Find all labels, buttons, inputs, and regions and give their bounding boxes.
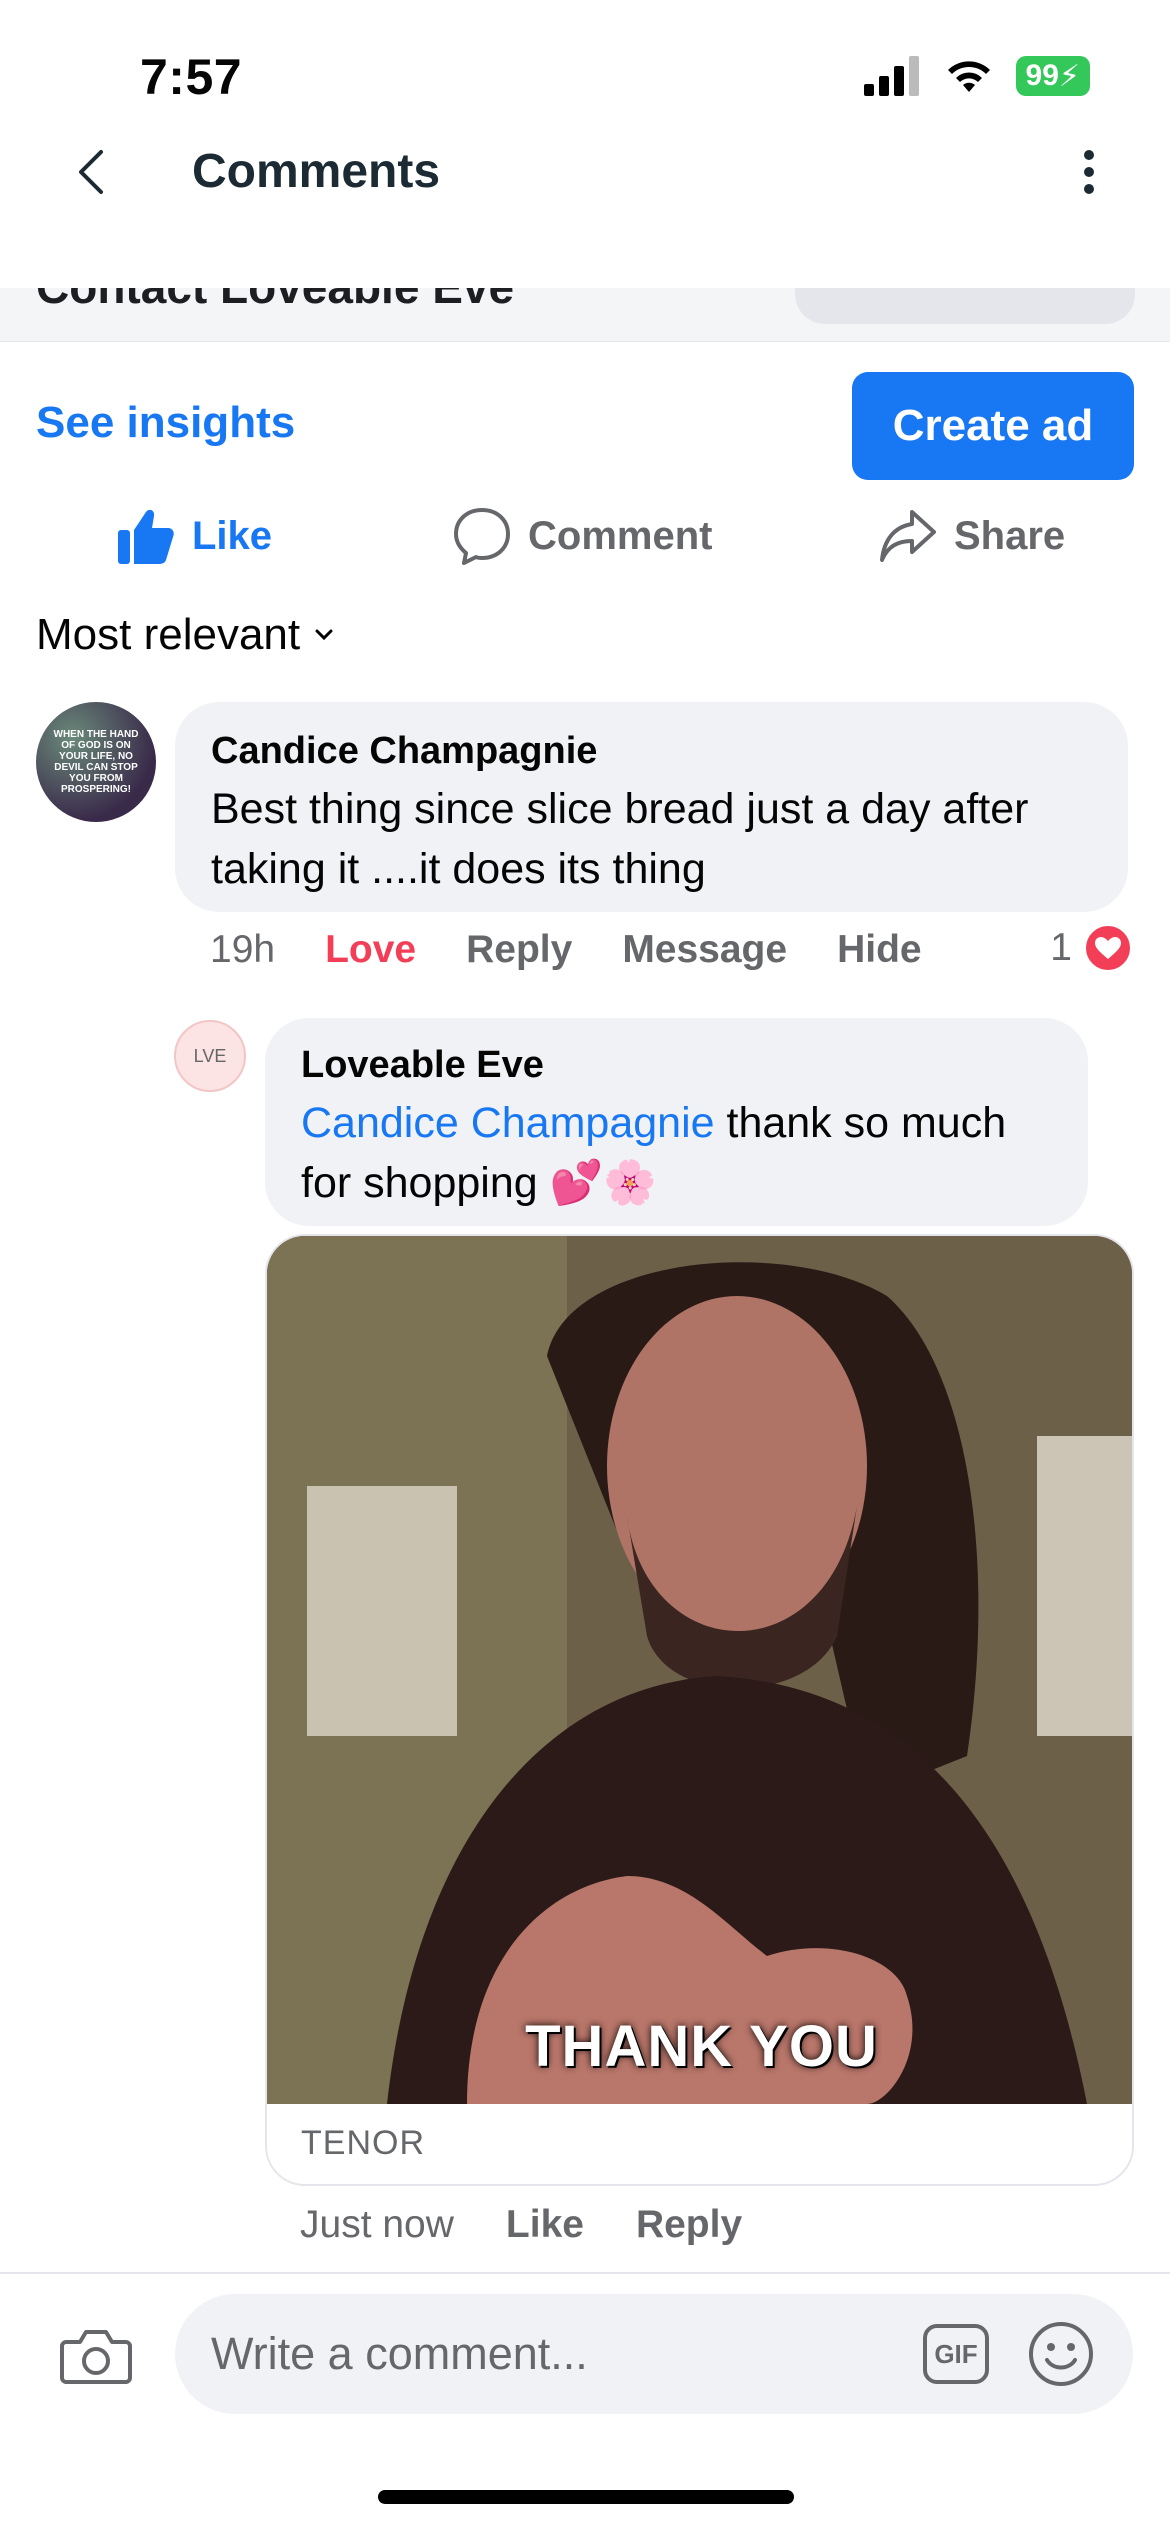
like-action-label: Like xyxy=(192,513,273,558)
gif-button[interactable]: GIF xyxy=(923,2324,989,2384)
gif-image: THANK YOU xyxy=(267,1236,1132,2104)
love-reaction-button[interactable]: Love xyxy=(325,928,416,972)
chevron-down-icon xyxy=(315,629,333,641)
reaction-count: 1 xyxy=(1050,926,1072,969)
gif-caption: THANK YOU xyxy=(525,2014,878,2079)
gif-attachment[interactable]: THANK YOU TENOR xyxy=(265,1234,1134,2186)
comment-bubble[interactable]: Candice Champagnie Best thing since slic… xyxy=(175,702,1128,912)
banner-button[interactable] xyxy=(795,288,1135,324)
sort-dropdown[interactable]: Most relevant xyxy=(36,610,334,660)
reaction-summary[interactable]: 1 xyxy=(1050,922,1134,974)
avatar-image-text: WHEN THE HAND OF GOD IS ON YOUR LIFE, NO… xyxy=(53,729,139,795)
see-insights-link[interactable]: See insights xyxy=(36,398,295,448)
reply-timestamp[interactable]: Just now xyxy=(300,2203,454,2247)
chevron-left-icon xyxy=(79,150,103,194)
home-indicator xyxy=(378,2490,794,2504)
comment-icon xyxy=(454,508,510,565)
share-action[interactable]: Share xyxy=(878,500,1065,572)
top-app-bar: Comments xyxy=(0,120,1170,230)
page-title: Comments xyxy=(192,145,441,198)
hide-button[interactable]: Hide xyxy=(837,928,922,972)
contact-page-title: Contact Loveable Eve xyxy=(36,288,514,314)
smiley-icon xyxy=(1029,2322,1093,2386)
reply-text: Candice Champagnie thank so much for sho… xyxy=(301,1093,1052,1213)
comment-meta: 19h Love Reply Message Hide xyxy=(210,925,922,975)
message-button[interactable]: Message xyxy=(622,928,787,972)
comment-text: Best thing since slice bread just a day … xyxy=(211,785,1029,893)
heart-icon xyxy=(1082,922,1134,974)
reply-meta: Just now Like Reply xyxy=(300,2200,742,2250)
charging-bolt-icon: ⚡ xyxy=(1058,59,1080,93)
mention-link[interactable]: Candice Champagnie xyxy=(301,1099,715,1147)
comment-action[interactable]: Comment xyxy=(452,500,712,572)
status-time: 7:57 xyxy=(140,49,243,105)
more-vertical-icon xyxy=(1084,150,1094,194)
reply-reply-button[interactable]: Reply xyxy=(636,2203,742,2247)
back-button[interactable] xyxy=(60,142,120,202)
comment-input[interactable] xyxy=(211,2294,911,2414)
avatar[interactable]: WHEN THE HAND OF GOD IS ON YOUR LIFE, NO… xyxy=(36,702,156,822)
comment-timestamp[interactable]: 19h xyxy=(210,928,275,972)
gif-illustration xyxy=(267,1236,1132,2104)
thumbs-up-icon xyxy=(118,509,174,564)
comment-composer: GIF xyxy=(0,2272,1170,2432)
camera-button[interactable] xyxy=(58,2324,134,2388)
wifi-icon xyxy=(947,61,990,92)
more-options-button[interactable] xyxy=(1064,142,1114,202)
share-icon xyxy=(880,510,936,562)
gif-icon: GIF xyxy=(934,2338,978,2369)
comment-action-label: Comment xyxy=(528,513,713,558)
reply-bubble[interactable]: Loveable Eve Candice Champagnie thank so… xyxy=(265,1018,1088,1226)
avatar-logo-text: LVE xyxy=(193,1045,227,1066)
camera-icon xyxy=(60,2330,132,2384)
emoji-button[interactable] xyxy=(1027,2320,1095,2388)
sort-label: Most relevant xyxy=(36,610,301,659)
page-contact-banner: Contact Loveable Eve xyxy=(0,288,1170,342)
battery-indicator: 99 ⚡ xyxy=(1015,56,1090,96)
reply-like-button[interactable]: Like xyxy=(506,2203,584,2247)
reply-avatar[interactable]: LVE xyxy=(174,1020,246,1092)
like-action[interactable]: Like xyxy=(116,500,272,572)
status-icons: 99 ⚡ xyxy=(863,55,1090,97)
reply-button[interactable]: Reply xyxy=(466,928,572,972)
battery-level: 99 xyxy=(1025,59,1059,92)
comment-input-box: GIF xyxy=(175,2294,1133,2414)
reply-author[interactable]: Loveable Eve xyxy=(301,1044,1052,1087)
comment-author[interactable]: Candice Champagnie xyxy=(211,730,1092,773)
share-action-label: Share xyxy=(954,513,1066,558)
gif-source: TENOR xyxy=(301,2124,425,2162)
create-ad-button[interactable]: Create ad xyxy=(852,372,1134,480)
signal-icon xyxy=(863,56,919,96)
